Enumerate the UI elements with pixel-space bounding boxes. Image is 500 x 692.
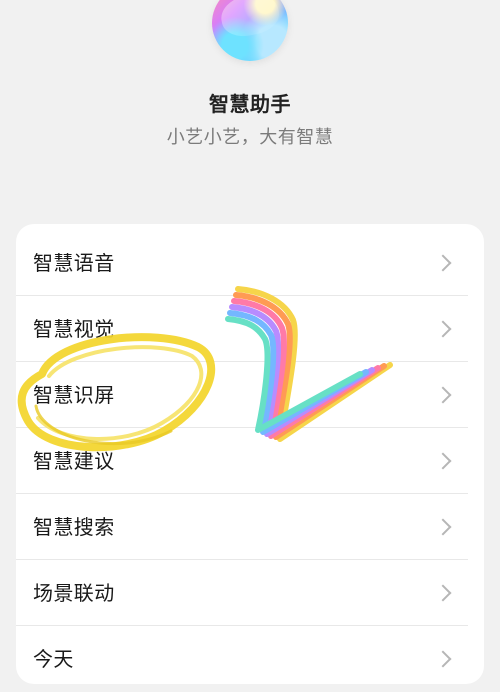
menu-item-label: 场景联动 xyxy=(33,580,115,605)
chevron-right-icon xyxy=(434,584,452,601)
menu-item-label: 智慧识屏 xyxy=(33,382,115,407)
chevron-right-icon xyxy=(434,452,452,469)
menu-item-smart-screen-recognition[interactable]: 智慧识屏 xyxy=(16,362,468,428)
chevron-right-icon xyxy=(434,518,452,535)
menu-item-scene-linkage[interactable]: 场景联动 xyxy=(16,560,468,626)
page-title: 智慧助手 xyxy=(209,92,291,116)
chevron-right-icon xyxy=(434,386,452,403)
menu-item-smart-vision[interactable]: 智慧视觉 xyxy=(16,296,468,362)
menu-item-label: 智慧搜索 xyxy=(33,514,115,539)
assistant-orb-icon xyxy=(212,0,288,61)
menu-item-smart-voice[interactable]: 智慧语音 xyxy=(16,230,468,296)
page-subtitle: 小艺小艺，大有智慧 xyxy=(166,127,334,148)
chevron-right-icon xyxy=(434,650,452,668)
menu-item-smart-search[interactable]: 智慧搜索 xyxy=(16,494,468,560)
menu-item-label: 智慧视觉 xyxy=(33,316,115,341)
menu-item-today[interactable]: 今天 xyxy=(16,626,468,692)
chevron-right-icon xyxy=(434,254,452,271)
chevron-right-icon xyxy=(434,320,452,337)
menu-item-label: 智慧建议 xyxy=(33,448,115,473)
assistant-header: 智慧助手 小艺小艺，大有智慧 xyxy=(0,0,500,220)
menu-item-label: 智慧语音 xyxy=(33,250,115,275)
menu-item-label: 今天 xyxy=(33,647,74,671)
menu-item-smart-suggestions[interactable]: 智慧建议 xyxy=(16,428,468,494)
